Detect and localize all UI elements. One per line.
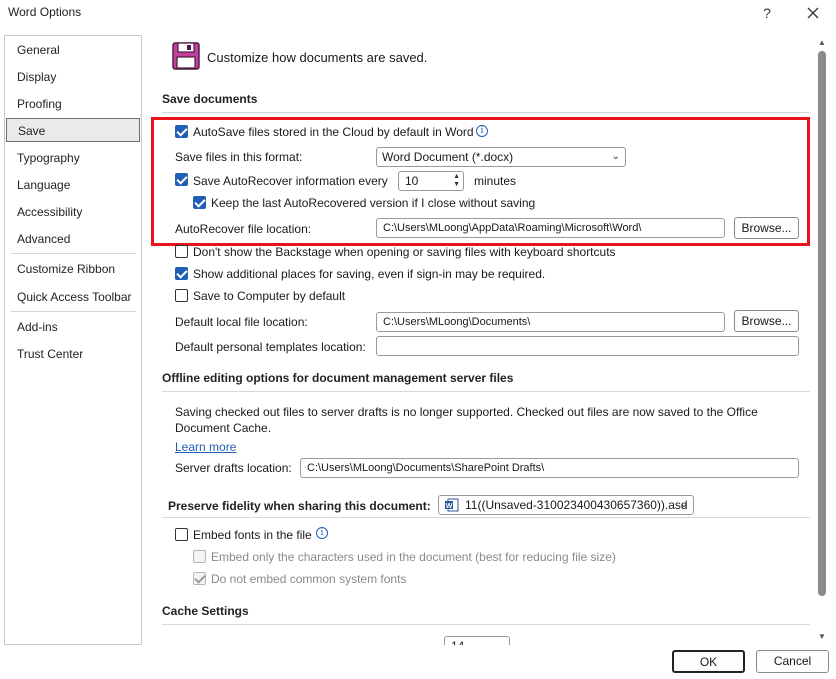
svg-text:W: W: [446, 503, 453, 510]
chevron-down-icon: ⌄: [679, 499, 688, 510]
section-divider: [162, 624, 810, 625]
title-bar: Word Options ?: [0, 0, 836, 28]
sidebar-item-quick-access-toolbar[interactable]: Quick Access Toolbar: [6, 285, 140, 309]
offline-description-cont: Document Cache.: [175, 421, 272, 435]
fidelity-document-value: 11((Unsaved-310023400430657360)).asd: [465, 498, 688, 512]
sidebar-divider: [11, 253, 136, 254]
embed-fonts-checkbox[interactable]: [175, 528, 188, 541]
ok-button[interactable]: OK: [672, 650, 745, 673]
personal-templates-input[interactable]: [376, 336, 799, 356]
default-local-label: Default local file location:: [175, 315, 308, 329]
sidebar-item-accessibility[interactable]: Accessibility: [6, 200, 140, 224]
server-drafts-input[interactable]: C:\Users\MLoong\Documents\SharePoint Dra…: [300, 458, 799, 478]
embed-fonts-label: Embed fonts in the file: [193, 528, 312, 542]
sidebar-item-typography[interactable]: Typography: [6, 146, 140, 170]
word-document-icon: W: [445, 498, 459, 512]
section-divider: [162, 112, 810, 113]
vertical-scrollbar[interactable]: ▲ ▼: [815, 35, 829, 645]
sidebar-item-add-ins[interactable]: Add-ins: [6, 315, 140, 339]
scrollbar-thumb[interactable]: [818, 51, 826, 596]
backstage-checkbox[interactable]: [175, 245, 188, 258]
sidebar-item-advanced[interactable]: Advanced: [6, 227, 140, 251]
embed-only-label: Embed only the characters used in the do…: [211, 550, 616, 564]
sidebar-item-display[interactable]: Display: [6, 65, 140, 89]
learn-more-link[interactable]: Learn more: [175, 440, 236, 454]
info-icon[interactable]: i: [316, 527, 328, 539]
section-divider: [162, 391, 810, 392]
section-heading-save-documents: Save documents: [162, 92, 258, 106]
sidebar-divider: [11, 311, 136, 312]
cache-days-spinner[interactable]: 14: [444, 636, 510, 645]
fidelity-document-select[interactable]: W 11((Unsaved-310023400430657360)).asd ⌄: [438, 495, 694, 515]
save-to-computer-label: Save to Computer by default: [193, 289, 346, 303]
cache-partial-row: 14: [160, 636, 815, 645]
sidebar-item-proofing[interactable]: Proofing: [6, 92, 140, 116]
section-divider: [162, 517, 810, 518]
save-icon: [172, 42, 200, 70]
close-button[interactable]: [802, 2, 824, 24]
embed-only-checkbox[interactable]: [193, 550, 206, 563]
offline-description: Saving checked out files to server draft…: [175, 405, 758, 419]
scroll-down-icon[interactable]: ▼: [816, 631, 828, 643]
default-local-browse-button[interactable]: Browse...: [734, 310, 799, 332]
page-header-text: Customize how documents are saved.: [207, 50, 428, 65]
additional-places-checkbox[interactable]: [175, 267, 188, 280]
do-not-embed-label: Do not embed common system fonts: [211, 572, 407, 586]
personal-templates-label: Default personal templates location:: [175, 340, 366, 354]
section-heading-cache: Cache Settings: [162, 604, 249, 618]
window-title: Word Options: [8, 5, 82, 19]
sidebar-item-language[interactable]: Language: [6, 173, 140, 197]
close-icon: [807, 7, 819, 19]
sidebar-item-general[interactable]: General: [6, 38, 140, 62]
highlight-box: [151, 117, 810, 246]
options-sidebar: General Display Proofing Save Typography…: [4, 35, 142, 645]
scroll-up-icon[interactable]: ▲: [816, 37, 828, 49]
save-to-computer-checkbox[interactable]: [175, 289, 188, 302]
sidebar-item-customize-ribbon[interactable]: Customize Ribbon: [6, 257, 140, 281]
cache-days-value: 14: [451, 639, 464, 645]
default-local-input[interactable]: C:\Users\MLoong\Documents\: [376, 312, 725, 332]
section-heading-offline: Offline editing options for document man…: [162, 371, 514, 385]
section-heading-fidelity: Preserve fidelity when sharing this docu…: [168, 499, 431, 513]
sidebar-item-trust-center[interactable]: Trust Center: [6, 342, 140, 366]
cancel-button[interactable]: Cancel: [756, 650, 829, 673]
help-button[interactable]: ?: [756, 2, 778, 24]
server-drafts-label: Server drafts location:: [175, 461, 292, 475]
do-not-embed-checkbox[interactable]: [193, 572, 206, 585]
sidebar-item-save[interactable]: Save: [6, 118, 140, 142]
backstage-label: Don't show the Backstage when opening or…: [193, 245, 616, 259]
additional-places-label: Show additional places for saving, even …: [193, 267, 546, 281]
